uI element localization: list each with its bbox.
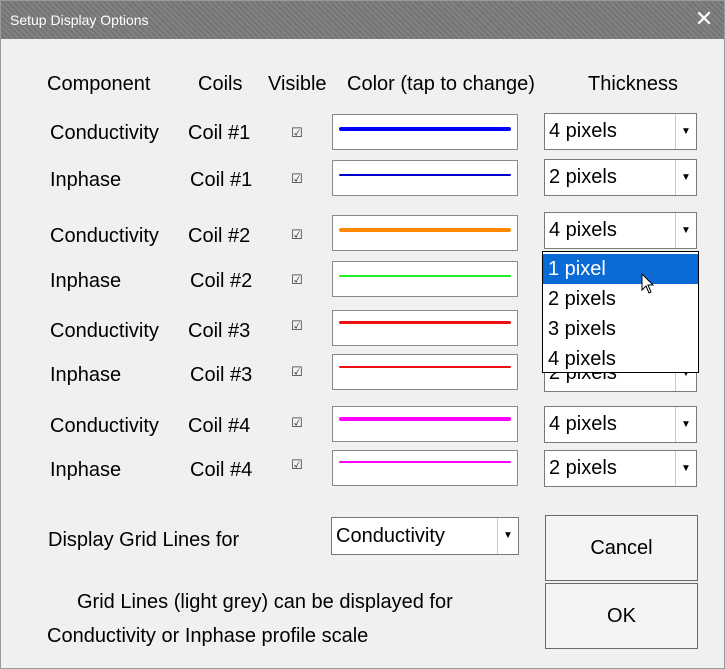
- ok-button[interactable]: OK: [545, 583, 698, 649]
- visible-checkbox[interactable]: ☑: [290, 365, 304, 379]
- thickness-value: 2 pixels: [549, 166, 617, 188]
- row-component-label: Conductivity: [50, 122, 159, 144]
- header-component: Component: [47, 73, 151, 95]
- color-line: [339, 174, 511, 176]
- color-swatch-button[interactable]: [332, 354, 518, 390]
- header-coils: Coils: [198, 73, 243, 95]
- visible-checkbox[interactable]: ☑: [290, 172, 304, 186]
- row-coil-label: Coil #2: [188, 225, 251, 247]
- color-swatch-button[interactable]: [332, 114, 518, 150]
- thickness-select[interactable]: 4 pixels ▼: [544, 212, 697, 249]
- color-line: [339, 461, 511, 463]
- row-component-label: Conductivity: [50, 225, 159, 247]
- grid-note-line-2: Conductivity or Inphase profile scale: [47, 625, 369, 647]
- row-coil-label: Coil #3: [188, 320, 251, 342]
- dropdown-option[interactable]: 2 pixels: [543, 284, 698, 314]
- mouse-cursor-icon: [641, 273, 655, 294]
- thickness-select[interactable]: 2 pixels ▼: [544, 159, 697, 196]
- color-line: [339, 228, 511, 232]
- row-coil-label: Coil #2: [190, 270, 253, 292]
- row-coil-label: Coil #1: [190, 169, 253, 191]
- visible-checkbox[interactable]: ☑: [290, 319, 304, 333]
- color-swatch-button[interactable]: [332, 160, 518, 196]
- window-title: Setup Display Options: [10, 12, 149, 28]
- chevron-down-icon[interactable]: ▼: [675, 213, 696, 248]
- visible-checkbox[interactable]: ☑: [290, 126, 304, 140]
- visible-checkbox[interactable]: ☑: [290, 273, 304, 287]
- color-line: [339, 127, 511, 131]
- row-coil-label: Coil #4: [188, 415, 251, 437]
- color-line: [339, 417, 511, 421]
- chevron-down-icon[interactable]: ▼: [675, 160, 696, 195]
- visible-checkbox[interactable]: ☑: [290, 228, 304, 242]
- visible-checkbox[interactable]: ☑: [290, 458, 304, 472]
- row-component-label: Conductivity: [50, 320, 159, 342]
- visible-checkbox[interactable]: ☑: [290, 416, 304, 430]
- color-line: [339, 321, 511, 324]
- color-swatch-button[interactable]: [332, 215, 518, 251]
- color-swatch-button[interactable]: [332, 406, 518, 442]
- row-coil-label: Coil #3: [190, 364, 253, 386]
- row-coil-label: Coil #1: [188, 122, 251, 144]
- row-component-label: Conductivity: [50, 415, 159, 437]
- thickness-select[interactable]: 2 pixels ▼: [544, 450, 697, 487]
- grid-lines-value: Conductivity: [336, 525, 445, 547]
- row-component-label: Inphase: [50, 169, 122, 191]
- dropdown-option[interactable]: 1 pixel: [543, 254, 698, 284]
- header-thickness: Thickness: [588, 73, 679, 95]
- dropdown-option[interactable]: 4 pixels: [543, 344, 698, 374]
- row-component-label: Inphase: [50, 270, 122, 292]
- thickness-value: 4 pixels: [549, 219, 617, 241]
- dropdown-option[interactable]: 3 pixels: [543, 314, 698, 344]
- thickness-value: 4 pixels: [549, 120, 617, 142]
- chevron-down-icon[interactable]: ▼: [675, 451, 696, 486]
- title-bar[interactable]: Setup Display Options ✕: [1, 1, 724, 39]
- thickness-select[interactable]: 4 pixels ▼: [544, 406, 697, 443]
- color-swatch-button[interactable]: [332, 310, 518, 346]
- color-swatch-button[interactable]: [332, 261, 518, 297]
- row-coil-label: Coil #4: [190, 459, 253, 481]
- close-icon[interactable]: ✕: [684, 1, 724, 39]
- row-component-label: Inphase: [50, 364, 122, 386]
- grid-lines-label: Display Grid Lines for: [48, 529, 240, 551]
- color-line: [339, 275, 511, 277]
- thickness-value: 2 pixels: [549, 457, 617, 479]
- header-visible: Visible: [268, 73, 327, 95]
- chevron-down-icon[interactable]: ▼: [497, 518, 518, 554]
- grid-note-line-1: Grid Lines (light grey) can be displayed…: [77, 591, 453, 613]
- thickness-dropdown-list[interactable]: 1 pixel 2 pixels 3 pixels 4 pixels: [542, 251, 699, 373]
- header-color: Color (tap to change): [347, 73, 535, 95]
- grid-lines-select[interactable]: Conductivity ▼: [331, 517, 519, 555]
- setup-display-options-dialog: Setup Display Options ✕ Component Coils …: [0, 0, 725, 669]
- row-component-label: Inphase: [50, 459, 122, 481]
- cancel-button[interactable]: Cancel: [545, 515, 698, 581]
- chevron-down-icon[interactable]: ▼: [675, 114, 696, 149]
- color-line: [339, 366, 511, 368]
- chevron-down-icon[interactable]: ▼: [675, 407, 696, 442]
- thickness-select[interactable]: 4 pixels ▼: [544, 113, 697, 150]
- color-swatch-button[interactable]: [332, 450, 518, 486]
- thickness-value: 4 pixels: [549, 413, 617, 435]
